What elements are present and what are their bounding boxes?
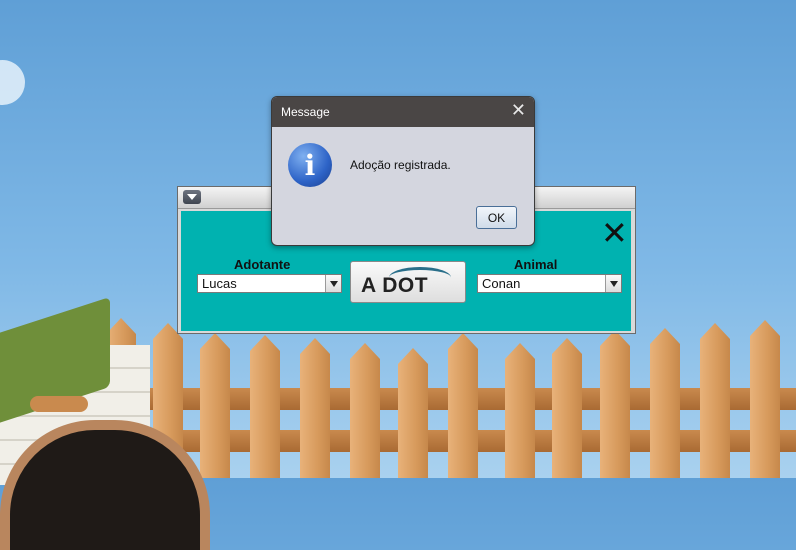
animal-selected-value: Conan (482, 276, 521, 291)
fence-picket (448, 333, 478, 478)
adotante-select[interactable]: Lucas (197, 274, 342, 293)
chevron-down-icon[interactable] (325, 275, 341, 292)
adotante-selected-value: Lucas (202, 276, 237, 291)
bone-sign (30, 396, 88, 412)
logo-text: A DOT (361, 274, 429, 297)
fence-picket (650, 328, 680, 478)
fence-picket (600, 330, 630, 478)
chevron-down-icon[interactable] (605, 275, 621, 292)
fence-picket (200, 333, 230, 478)
fence-picket (505, 343, 535, 478)
animal-select[interactable]: Conan (477, 274, 622, 293)
ok-button[interactable]: OK (476, 206, 517, 229)
close-icon[interactable]: ✕ (511, 101, 526, 121)
cloud (0, 60, 25, 105)
adotante-label: Adotante (234, 257, 291, 272)
fence-picket (700, 323, 730, 478)
dialog-message: Adoção registrada. (350, 158, 451, 172)
fence-picket (398, 348, 428, 478)
dialog-titlebar: Message ✕ (272, 97, 534, 127)
fence-picket (350, 343, 380, 478)
chevron-down-icon (187, 194, 197, 200)
window-menu-button[interactable] (183, 190, 201, 204)
fence-picket (552, 338, 582, 478)
logo-button[interactable]: A DOT (350, 261, 466, 303)
fence-picket (750, 320, 780, 478)
dialog-title: Message (281, 105, 330, 119)
fence-picket (300, 338, 330, 478)
close-icon[interactable]: ✕ (601, 217, 628, 249)
info-icon: i (288, 143, 332, 187)
animal-label: Animal (514, 257, 558, 272)
message-dialog: Message ✕ i Adoção registrada. OK (271, 96, 535, 246)
fence-picket (250, 335, 280, 478)
